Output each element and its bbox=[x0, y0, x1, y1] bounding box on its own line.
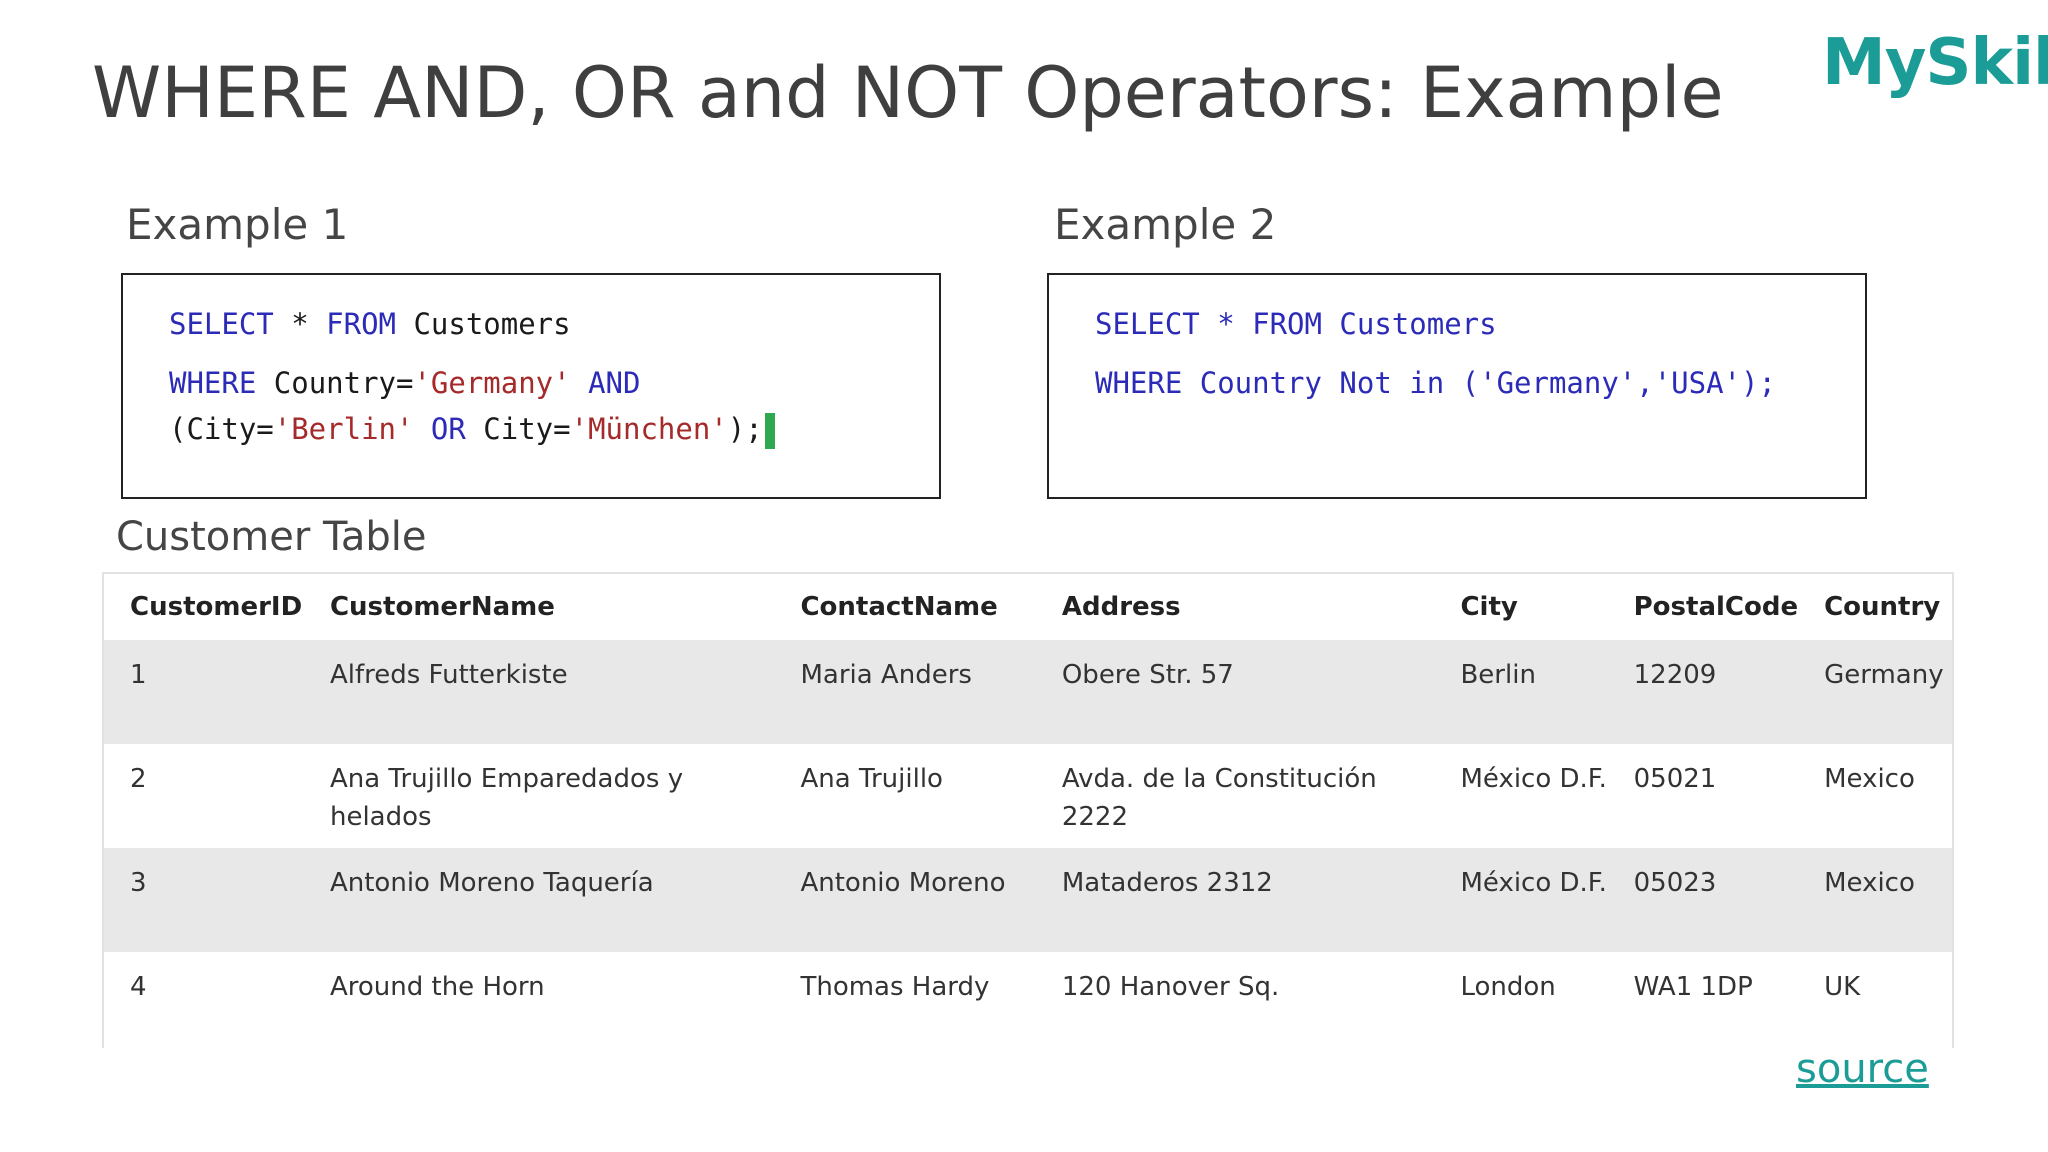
table-cell: Mataderos 2312 bbox=[1035, 848, 1435, 952]
sql-space bbox=[571, 366, 588, 400]
example-1-code-box: SELECT * FROM Customers WHERE Country='G… bbox=[121, 273, 941, 499]
table-cell: 1 bbox=[104, 640, 304, 744]
table-cell: Berlin bbox=[1434, 640, 1608, 744]
code-line-1: SELECT * FROM Customers bbox=[1095, 307, 1497, 341]
code-line-2: WHERE Country Not in ('Germany','USA'); bbox=[1095, 366, 1776, 400]
sql-identifier: City= bbox=[465, 412, 571, 446]
sql-identifier: Country= bbox=[256, 366, 414, 400]
table-cell: Thomas Hardy bbox=[774, 952, 1036, 1048]
code-line-1: SELECT * FROM Customers bbox=[169, 301, 939, 347]
column-header: CustomerName bbox=[303, 574, 775, 640]
sql-identifier: (City= bbox=[169, 412, 274, 446]
table-cell: 05023 bbox=[1607, 848, 1799, 952]
sql-keyword: FROM bbox=[326, 307, 396, 341]
column-header: ContactName bbox=[774, 574, 1036, 640]
table-cell: Germany bbox=[1798, 640, 1952, 744]
code-line-3: (City='Berlin' OR City='München'); bbox=[169, 406, 939, 452]
table-row: 3 Antonio Moreno Taquería Antonio Moreno… bbox=[104, 848, 1952, 952]
table-cell: Obere Str. 57 bbox=[1035, 640, 1435, 744]
table-cell: WA1 1DP bbox=[1607, 952, 1799, 1048]
sql-keyword: WHERE bbox=[169, 366, 257, 400]
table-cell: Around the Horn bbox=[303, 952, 775, 1048]
table-cell: 120 Hanover Sq. bbox=[1035, 952, 1435, 1048]
table-row: 2 Ana Trujillo Emparedados y helados Ana… bbox=[104, 744, 1952, 848]
table-cell: Avda. de la Constitución 2222 bbox=[1035, 744, 1435, 848]
slide-title: WHERE AND, OR and NOT Operators: Example bbox=[92, 52, 1724, 134]
slide: WHERE AND, OR and NOT Operators: Example… bbox=[0, 0, 2048, 1152]
column-header: City bbox=[1434, 574, 1608, 640]
sql-string: 'München' bbox=[570, 412, 728, 446]
sql-identifier: ); bbox=[727, 412, 763, 446]
table-header-row: CustomerID CustomerName ContactName Addr… bbox=[104, 574, 1952, 640]
table-cell: Mexico bbox=[1798, 744, 1952, 848]
table-cell: 4 bbox=[104, 952, 304, 1048]
sql-keyword: SELECT bbox=[169, 307, 274, 341]
table-cell: Alfreds Futterkiste bbox=[303, 640, 775, 744]
table-cell: 2 bbox=[104, 744, 304, 848]
sql-identifier: Customers bbox=[396, 307, 571, 341]
customer-table-image: CustomerID CustomerName ContactName Addr… bbox=[102, 572, 1954, 1048]
table-cell: 05021 bbox=[1607, 744, 1799, 848]
column-header: Country bbox=[1798, 574, 1952, 640]
table-cell: UK bbox=[1798, 952, 1952, 1048]
column-header: PostalCode bbox=[1607, 574, 1799, 640]
table-cell: Ana Trujillo Emparedados y helados bbox=[303, 744, 775, 848]
code-line-2: WHERE Country='Germany' AND bbox=[169, 360, 939, 406]
table-cell: México D.F. bbox=[1434, 848, 1608, 952]
table-cell: Antonio Moreno bbox=[774, 848, 1036, 952]
sql-operator: * bbox=[273, 307, 327, 341]
example-2-label: Example 2 bbox=[1054, 200, 1277, 249]
table-cell: Antonio Moreno Taquería bbox=[303, 848, 775, 952]
customer-table: CustomerID CustomerName ContactName Addr… bbox=[104, 574, 1952, 1048]
example-1-label: Example 1 bbox=[126, 200, 349, 249]
sql-string: 'Germany' bbox=[413, 366, 571, 400]
table-cell: 3 bbox=[104, 848, 304, 952]
sql-keyword: AND bbox=[588, 366, 641, 400]
table-row: 4 Around the Horn Thomas Hardy 120 Hanov… bbox=[104, 952, 1952, 1048]
table-cell: Maria Anders bbox=[774, 640, 1036, 744]
customer-table-label: Customer Table bbox=[116, 514, 427, 560]
column-header: CustomerID bbox=[104, 574, 304, 640]
table-cell: London bbox=[1434, 952, 1608, 1048]
column-header: Address bbox=[1035, 574, 1435, 640]
table-cell: 12209 bbox=[1607, 640, 1799, 744]
table-cell: Ana Trujillo bbox=[774, 744, 1036, 848]
table-row: 1 Alfreds Futterkiste Maria Anders Obere… bbox=[104, 640, 1952, 744]
table-cell: Mexico bbox=[1798, 848, 1952, 952]
myskill-logo: MySkill bbox=[1822, 26, 2048, 100]
example-2-code-box: SELECT * FROM Customers WHERE Country No… bbox=[1047, 273, 1867, 499]
table-cell: México D.F. bbox=[1434, 744, 1608, 848]
sql-space bbox=[413, 412, 430, 446]
sql-keyword: OR bbox=[430, 412, 466, 446]
source-link[interactable]: source bbox=[1796, 1046, 1929, 1092]
text-cursor bbox=[764, 413, 775, 449]
sql-string: 'Berlin' bbox=[273, 412, 414, 446]
